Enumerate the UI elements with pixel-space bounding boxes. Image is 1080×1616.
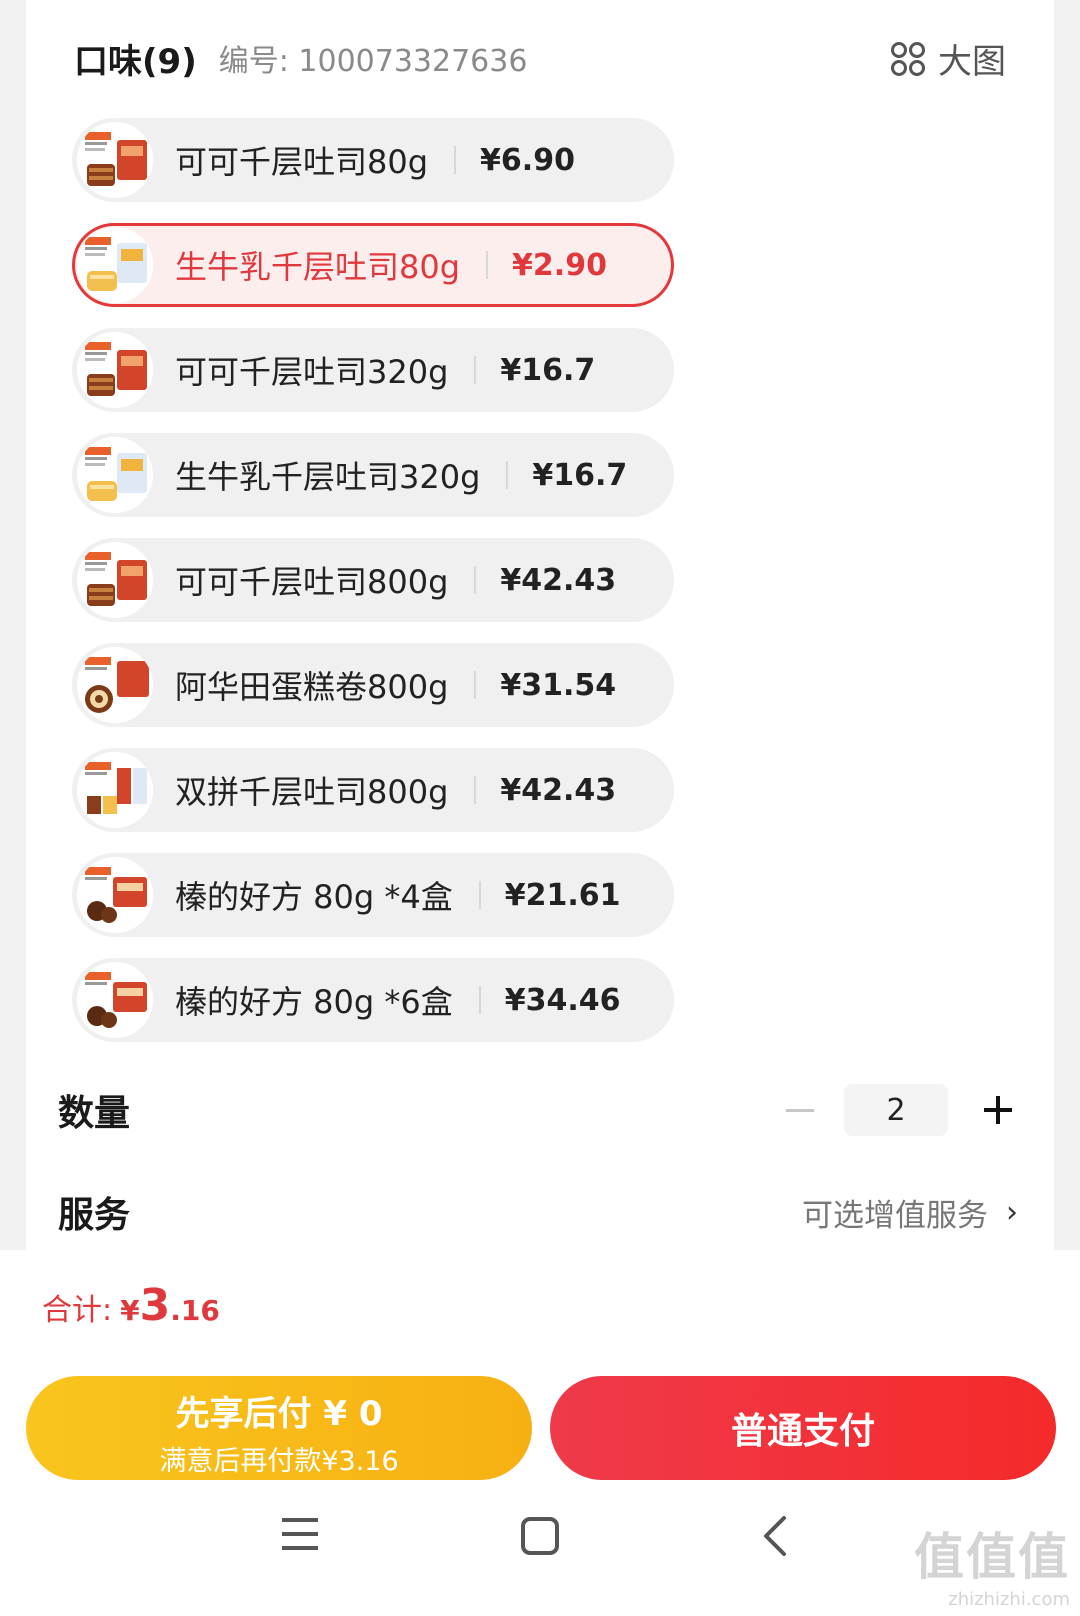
product-thumbnail (77, 647, 153, 723)
option-price: ¥16.7 (532, 457, 628, 493)
option-name: 生牛乳千层吐司320g (175, 458, 481, 496)
grid-icon (891, 41, 925, 76)
product-thumbnail (77, 542, 153, 618)
service-row[interactable]: 服务 可选增值服务 › (58, 1182, 1022, 1242)
option-name: 榛的好方 80g *6盒 (175, 983, 453, 1021)
option-name: 榛的好方 80g *4盒 (175, 878, 453, 916)
flavor-option[interactable]: 双拼千层吐司800g ¥42.43 (72, 748, 675, 832)
quantity-value[interactable]: 2 (844, 1084, 948, 1136)
sku-number: 编号: 100073327636 (218, 44, 528, 79)
option-divider (486, 251, 489, 279)
watermark-logo: 值值值 (914, 1528, 1070, 1586)
service-value: 可选增值服务 (802, 1198, 988, 1234)
minus-icon[interactable] (786, 1108, 814, 1112)
service-selector[interactable]: 可选增值服务 › (802, 1190, 1018, 1235)
option-divider (454, 146, 457, 174)
quantity-row: 数量 2 (58, 1080, 1022, 1140)
total-amount-int: 3 (139, 1280, 171, 1331)
action-bar: 先享后付 ¥ 0 满意后再付款¥3.16 普通支付 (0, 1368, 1080, 1486)
option-divider (478, 881, 481, 909)
option-price: ¥34.46 (504, 982, 621, 1018)
option-divider (474, 566, 477, 594)
flavor-option[interactable]: 可可千层吐司800g ¥42.43 (72, 538, 675, 622)
option-name: 可可千层吐司800g (175, 563, 449, 601)
option-name: 双拼千层吐司800g (175, 773, 449, 811)
home-icon[interactable] (520, 1516, 560, 1556)
product-thumbnail (77, 752, 153, 828)
quantity-label: 数量 (58, 1093, 131, 1134)
service-label: 服务 (58, 1195, 131, 1236)
option-name: 生牛乳千层吐司80g (175, 248, 461, 286)
option-price: ¥31.54 (500, 667, 617, 703)
option-price: ¥16.7 (500, 352, 596, 388)
option-name: 阿华田蛋糕卷800g (175, 668, 449, 706)
flavor-option[interactable]: 生牛乳千层吐司320g ¥16.7 (72, 433, 675, 517)
option-price: ¥2.90 (512, 247, 607, 283)
big-view-label: 大图 (938, 42, 1006, 82)
total-label: 合计: (42, 1293, 113, 1328)
plus-icon[interactable] (984, 1096, 1012, 1124)
back-icon[interactable] (760, 1516, 788, 1556)
product-thumbnail (77, 332, 153, 408)
flavor-option[interactable]: 可可千层吐司80g ¥6.90 (72, 118, 675, 202)
option-divider (474, 671, 477, 699)
watermark-url: zhizhizhi.com (948, 1589, 1070, 1610)
flavor-option[interactable]: 榛的好方 80g *4盒 ¥21.61 (72, 853, 675, 937)
bnpl-sub-label: 满意后再付款¥3.16 (159, 1446, 399, 1477)
flavor-option[interactable]: 可可千层吐司320g ¥16.7 (72, 328, 675, 412)
option-divider (506, 461, 509, 489)
total-currency: ¥ (120, 1294, 140, 1327)
buy-now-pay-later-button[interactable]: 先享后付 ¥ 0 满意后再付款¥3.16 (26, 1376, 532, 1480)
option-price: ¥21.61 (504, 877, 621, 913)
option-price: ¥42.43 (500, 772, 617, 808)
recent-apps-icon[interactable] (282, 1516, 318, 1552)
option-price: ¥42.43 (500, 562, 617, 598)
product-thumbnail (77, 437, 153, 513)
regular-pay-button[interactable]: 普通支付 (550, 1376, 1056, 1480)
option-divider (474, 776, 477, 804)
flavor-option[interactable]: 榛的好方 80g *6盒 ¥34.46 (72, 958, 675, 1042)
chevron-right-icon: › (1006, 1195, 1018, 1230)
sku-selector-sheet: 口味(9) 编号: 100073327636 大图 可可千层吐司80g ¥6.90… (26, 0, 1054, 1250)
order-summary: 合计: ¥ 3 .16 (0, 1250, 1080, 1368)
flavor-title: 口味(9) (74, 41, 197, 82)
option-divider (478, 986, 481, 1014)
product-thumbnail (77, 962, 153, 1038)
bnpl-main-label: 先享后付 ¥ 0 (175, 1394, 383, 1434)
option-price: ¥6.90 (480, 142, 575, 178)
option-divider (474, 356, 477, 384)
big-view-toggle[interactable]: 大图 (890, 34, 1006, 83)
flavor-option[interactable]: 生牛乳千层吐司80g ¥2.90 (72, 223, 675, 307)
flavor-options: 可可千层吐司80g ¥6.90 生牛乳千层吐司80g ¥2.90 可可千层吐司320g ¥… (72, 118, 675, 1063)
option-name: 可可千层吐司80g (175, 143, 429, 181)
flavor-header: 口味(9) 编号: 100073327636 大图 (74, 28, 1006, 88)
flavor-option[interactable]: 阿华田蛋糕卷800g ¥31.54 (72, 643, 675, 727)
system-nav-bar: 值值值 zhizhizhi.com (0, 1486, 1080, 1616)
option-name: 可可千层吐司320g (175, 353, 449, 391)
quantity-stepper: 2 (786, 1084, 1012, 1136)
watermark: 值值值 zhizhizhi.com (914, 1517, 1070, 1610)
product-thumbnail (77, 122, 153, 198)
product-thumbnail (77, 857, 153, 933)
product-thumbnail (77, 227, 153, 303)
total-amount-dec: .16 (170, 1294, 220, 1327)
total-price: 合计: ¥ 3 .16 (42, 1280, 220, 1331)
